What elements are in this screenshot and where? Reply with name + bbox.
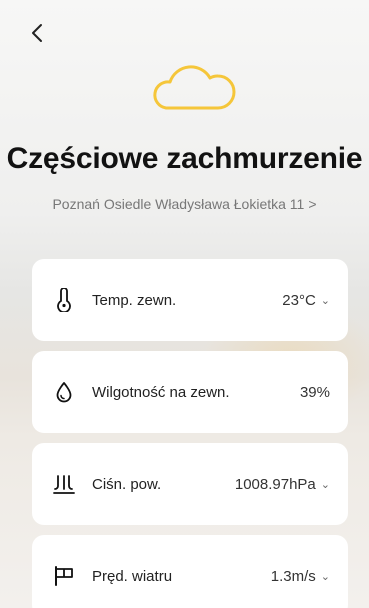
droplet-icon — [52, 380, 76, 404]
card-value: 23°C ⌄ — [282, 292, 330, 309]
card-value: 1.3m/s ⌄ — [271, 568, 330, 585]
humidity-value: 39% — [299, 383, 330, 401]
chevron-down-icon: ⌄ — [320, 570, 330, 583]
back-button[interactable] — [22, 18, 52, 48]
chevron-down-icon: ⌄ — [320, 478, 330, 491]
temperature-value: 23°C — [282, 291, 316, 309]
wind-flag-icon — [52, 564, 76, 588]
chevron-left-icon — [32, 24, 42, 42]
wind-speed-value: 1.3m/s — [270, 567, 316, 585]
card-value: 39% — [300, 384, 330, 401]
card-value: 1008.97hPa ⌄ — [235, 476, 330, 493]
location-text: Poznań Osiedle Władysława Łokietka 11 — [52, 196, 305, 212]
pressure-icon — [52, 472, 76, 496]
card-humidity[interactable]: Wilgotność na zewn. 39% — [32, 351, 348, 433]
card-label: Pręd. wiatru — [92, 567, 173, 585]
card-wind-speed[interactable]: Pręd. wiatru 1.3m/s ⌄ — [32, 535, 348, 608]
chevron-down-icon: ⌄ — [320, 294, 330, 307]
card-pressure[interactable]: Ciśn. pow. 1008.97hPa ⌄ — [32, 443, 348, 525]
cloud-icon — [146, 58, 238, 114]
location-link[interactable]: Poznań Osiedle Władysława Łokietka 11 > — [0, 196, 369, 212]
card-temperature[interactable]: Temp. zewn. 23°C ⌄ — [32, 259, 348, 341]
card-label: Wilgotność na zewn. — [92, 383, 230, 401]
weather-condition-title: Częściowe zachmurzenie — [6, 142, 363, 175]
chevron-right-icon: > — [308, 196, 317, 212]
pressure-value: 1008.97hPa — [234, 475, 316, 493]
card-label: Temp. zewn. — [92, 291, 177, 309]
card-label: Ciśn. pow. — [92, 475, 162, 493]
thermometer-icon — [52, 288, 76, 312]
